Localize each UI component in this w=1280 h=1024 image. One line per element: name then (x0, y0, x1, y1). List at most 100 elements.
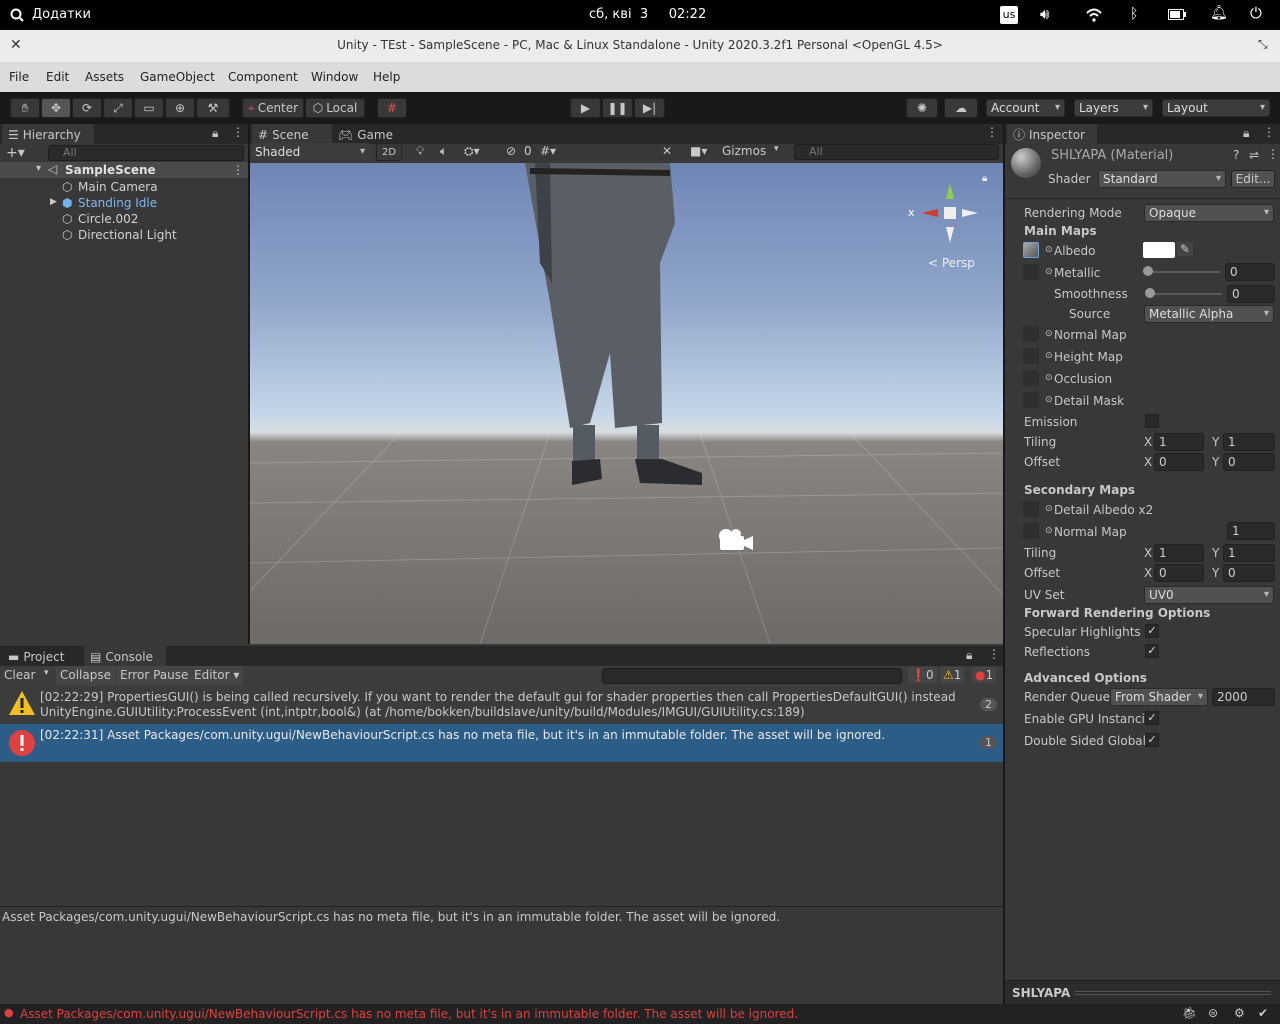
audio-icon[interactable]: 🔈︎ (440, 144, 447, 159)
gear-icon[interactable]: ⚙︎ (1234, 1006, 1245, 1020)
error-pause-toggle[interactable]: Error Pause (116, 666, 193, 686)
pivot-center-button[interactable]: ⌖ Center (242, 98, 304, 118)
detail-normal-scale-field[interactable]: 1 (1227, 522, 1275, 540)
normal-map-texture-slot[interactable] (1023, 326, 1039, 342)
pivot-local-button[interactable]: ⬡ Local (305, 98, 365, 118)
editor-dropdown[interactable]: Editor ▾ (190, 666, 244, 686)
search-icon[interactable] (10, 8, 24, 22)
scale-tool-button[interactable]: ⤢ (103, 98, 133, 118)
smoothness-source-dropdown[interactable]: Metallic Alpha (1144, 305, 1274, 323)
move-tool-button[interactable]: ✥ (41, 98, 71, 118)
menu-help[interactable]: Help (373, 70, 400, 84)
lock-icon[interactable]: 🔒︎ (982, 173, 987, 184)
kebab-menu-icon[interactable]: ⋮ (232, 125, 244, 139)
offset-y-field[interactable]: 0 (1223, 453, 1275, 471)
edit-shader-button[interactable]: Edit... (1231, 170, 1275, 188)
rect-tool-button[interactable]: ▭ (134, 98, 164, 118)
gpu-instancing-checkbox[interactable]: ✓ (1145, 711, 1159, 725)
object-picker-icon[interactable]: ⊙ (1045, 351, 1053, 361)
projection-toggle[interactable]: < Persp (928, 256, 975, 270)
gizmos-arrow-icon[interactable]: ▾ (774, 144, 779, 154)
collapsed-arrow-icon[interactable]: ▶ (50, 197, 57, 207)
object-picker-icon[interactable]: ⊙ (1045, 395, 1053, 405)
error-filter-toggle[interactable]: ●1 (972, 667, 997, 683)
preset-icon[interactable]: ⇌ (1249, 148, 1259, 162)
2d-toggle-button[interactable]: 2D (376, 143, 402, 161)
rendering-mode-dropdown[interactable]: Opaque (1144, 204, 1274, 222)
tiling2-x-field[interactable]: 1 (1154, 544, 1204, 562)
collapse-toggle[interactable]: Collapse (56, 666, 115, 686)
clock[interactable]: сб, кві 3 02:22 (589, 7, 706, 22)
smoothness-slider-track[interactable] (1150, 293, 1222, 295)
help-icon[interactable]: ? (1233, 148, 1239, 162)
albedo-color-swatch[interactable] (1143, 242, 1175, 258)
smoothness-slider-handle[interactable] (1145, 288, 1155, 298)
create-dropdown-button[interactable]: +▾ (6, 145, 25, 161)
scene-viewport[interactable]: x 🔒︎ < Persp (250, 163, 1003, 644)
keyboard-layout[interactable]: us (1000, 6, 1018, 24)
preview-header[interactable]: SHLYAPA (1005, 980, 1280, 1004)
effects-icon[interactable]: ⛭▾ (464, 144, 480, 159)
metallic-slider-handle[interactable] (1143, 266, 1153, 276)
tiling2-y-field[interactable]: 1 (1223, 544, 1275, 562)
clear-button[interactable]: Clear (4, 668, 35, 682)
console-entry[interactable]: [02:22:29] PropertiesGUI() is being call… (0, 686, 1003, 724)
grid-snap-button[interactable]: # (377, 98, 407, 118)
tab-hierarchy[interactable]: ☰ Hierarchy (2, 124, 94, 145)
apps-menu[interactable]: Додатки (32, 7, 91, 22)
hierarchy-item[interactable]: Main Camera (78, 180, 158, 194)
play-button[interactable]: ▶ (570, 98, 601, 118)
render-queue-field[interactable]: 2000 (1212, 688, 1275, 706)
menu-window[interactable]: Window (311, 70, 358, 84)
status-message[interactable]: Asset Packages/com.unity.ugui/NewBehavio… (20, 1007, 798, 1021)
hand-tool-button[interactable]: ✋︎ (10, 98, 40, 118)
smoothness-value-field[interactable]: 0 (1227, 285, 1275, 303)
lock-icon[interactable]: 🔒︎ (966, 648, 972, 663)
clear-options-dropdown-icon[interactable]: ▾ (44, 668, 49, 678)
hierarchy-item[interactable]: Directional Light (78, 228, 177, 242)
offset2-x-field[interactable]: 0 (1154, 564, 1204, 582)
menu-file[interactable]: File (9, 70, 29, 84)
cloud-button[interactable]: ☁ (944, 98, 978, 118)
offset-x-field[interactable]: 0 (1154, 453, 1204, 471)
object-picker-icon[interactable]: ⊙ (1045, 526, 1053, 536)
checkmark-icon[interactable]: ✔ (1258, 1006, 1268, 1020)
eyedropper-icon[interactable]: ✎ (1177, 242, 1194, 256)
power-icon[interactable]: ⏻ (1250, 4, 1262, 22)
pause-button[interactable]: ❚❚ (602, 98, 633, 118)
hidden-objects-icon[interactable]: ⊘ (506, 144, 516, 158)
detail-normal-map-texture-slot[interactable] (1023, 523, 1039, 539)
uv-set-dropdown[interactable]: UV0 (1144, 586, 1274, 604)
object-picker-icon[interactable]: ⊙ (1045, 504, 1053, 514)
rotate-tool-button[interactable]: ⟳ (72, 98, 102, 118)
scene-search-input[interactable]: All (794, 144, 999, 160)
shading-mode-dropdown[interactable]: Shaded (250, 143, 370, 161)
scene-menu-icon[interactable]: ⋮ (232, 163, 244, 177)
menu-edit[interactable]: Edit (46, 70, 69, 84)
metallic-slider-track[interactable] (1148, 271, 1220, 273)
metallic-texture-slot[interactable] (1023, 264, 1039, 280)
info-filter-toggle[interactable]: ❗0 (908, 667, 937, 683)
detail-albedo-texture-slot[interactable] (1023, 501, 1039, 517)
object-picker-icon[interactable]: ⊙ (1045, 245, 1053, 255)
occlusion-texture-slot[interactable] (1023, 370, 1039, 386)
step-button[interactable]: ▶| (634, 98, 665, 118)
kebab-menu-icon[interactable]: ⋮ (1263, 125, 1275, 139)
tab-inspector[interactable]: ⓘ Inspector (1007, 124, 1097, 145)
scene-row[interactable]: ▾ ◁ SampleScene ⋮ (0, 162, 248, 178)
camera-gizmo-icon[interactable] (716, 526, 754, 554)
hierarchy-item[interactable]: Circle.002 (78, 212, 138, 226)
object-picker-icon[interactable]: ⊙ (1045, 267, 1053, 277)
tiling-y-field[interactable]: 1 (1223, 433, 1275, 451)
bluetooth-icon[interactable]: ᛒ (1130, 6, 1138, 22)
specular-highlights-checkbox[interactable]: ✓ (1145, 624, 1159, 638)
tab-scene[interactable]: # Scene (252, 124, 332, 145)
custom-tool-button[interactable]: ⚒ (196, 98, 230, 118)
albedo-texture-slot[interactable] (1023, 242, 1039, 258)
tab-project[interactable]: ▬ Project (2, 646, 82, 667)
grid-toggle-icon[interactable]: #▾ (540, 144, 556, 158)
kebab-menu-icon[interactable]: ⋮ (986, 125, 998, 139)
emission-checkbox[interactable] (1145, 414, 1159, 428)
volume-icon[interactable]: 🔊︎ (1040, 5, 1049, 23)
lock-icon[interactable]: 🔒︎ (1243, 126, 1249, 141)
